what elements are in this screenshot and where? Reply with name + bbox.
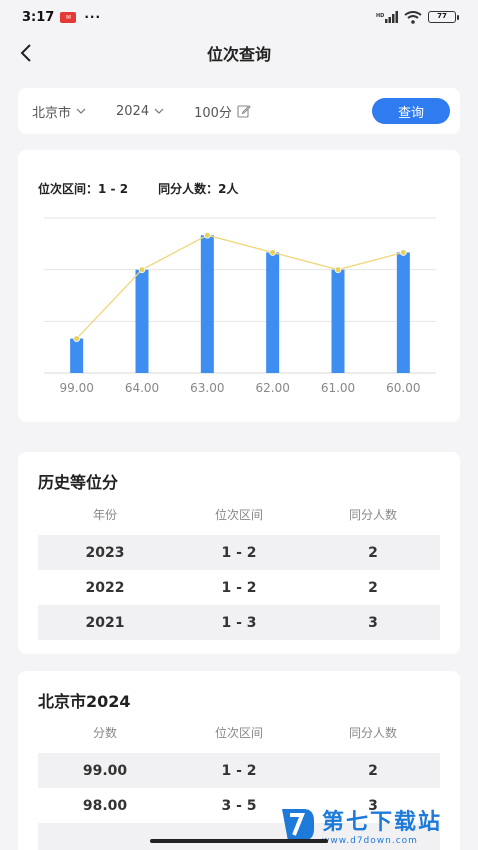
edit-icon <box>237 105 251 118</box>
score-header-score: 分数 <box>92 726 117 740</box>
chart-point <box>269 249 277 256</box>
x-tick-label: 64.00 <box>125 381 159 395</box>
cell-count: 2 <box>368 579 378 596</box>
history-header-year: 年份 <box>92 508 117 522</box>
table-row: 99.00 1 - 2 2 <box>38 753 440 788</box>
notification-badge-icon: ✉ <box>60 11 77 23</box>
cell-count: 2 <box>368 544 378 561</box>
chart-bar <box>266 252 280 373</box>
cell-rank: 1 - 2 <box>221 544 257 561</box>
chevron-left-icon <box>20 44 31 62</box>
chart-point <box>73 335 81 342</box>
chart-point <box>203 231 211 239</box>
chart-point <box>138 266 146 274</box>
back-button[interactable] <box>14 40 38 66</box>
cell-count: 3 <box>368 614 378 631</box>
status-bar: 3:17 ✉ ··· HD 77 <box>0 0 478 34</box>
score-header-row: 分数 位次区间 同分人数 <box>38 724 440 741</box>
x-tick-label: 61.00 <box>321 381 355 395</box>
chart-bar <box>135 269 149 373</box>
cell-rank: 1 - 2 <box>221 762 257 779</box>
status-time: 3:17 <box>22 9 55 25</box>
score-table-title: 北京市2024 <box>38 692 131 711</box>
x-tick-label: 60.00 <box>386 381 420 395</box>
chevron-down-icon <box>76 108 86 114</box>
cell-rank: 1 - 3 <box>221 614 257 631</box>
province-value: 北京市 <box>32 105 72 121</box>
chart-trend-line <box>76 234 404 340</box>
table-row: 2022 1 - 2 2 <box>38 570 440 605</box>
score-header-rank: 位次区间 <box>214 726 263 740</box>
page-title: 位次查询 <box>206 45 271 64</box>
cell-score: 99.00 <box>82 762 128 779</box>
watermark-url: www.d7down.com <box>322 836 418 846</box>
chart-bar <box>396 252 410 373</box>
chart-point <box>334 266 342 274</box>
province-select[interactable]: 北京市 <box>32 102 86 121</box>
network-label: HD <box>376 13 384 19</box>
cell-count: 2 <box>368 762 378 779</box>
more-notifications-icon: ··· <box>84 10 102 24</box>
wifi-icon <box>404 10 422 24</box>
history-title: 历史等位分 <box>38 473 119 492</box>
watermark-text: 第七下载站 <box>322 810 443 835</box>
nav-bar: 位次查询 <box>0 34 478 72</box>
cell-year: 2021 <box>85 614 125 631</box>
home-indicator[interactable] <box>150 839 328 843</box>
chart-point <box>399 249 407 256</box>
chevron-down-icon <box>154 108 164 114</box>
rank-bar-chart: 99.00 64.00 63.00 62.00 61.00 60.00 <box>44 217 436 395</box>
history-header-count: 同分人数 <box>348 508 397 522</box>
year-select[interactable]: 2024 <box>116 104 164 119</box>
rank-chart-card: 位次区间：1 - 2 同分人数：2人 99.00 64.00 63.00 62.00 6… <box>18 150 460 422</box>
table-row: 2023 1 - 2 2 <box>38 535 440 570</box>
table-row: 2021 1 - 3 3 <box>38 605 440 640</box>
filter-bar: 北京市 2024 100分 查询 <box>18 88 460 134</box>
query-button[interactable]: 查询 <box>372 98 450 124</box>
x-tick-label: 99.00 <box>59 381 93 395</box>
cell-score: 98.00 <box>82 797 128 814</box>
score-value: 100分 <box>194 105 232 121</box>
x-tick-label: 62.00 <box>255 381 289 395</box>
signal-icon: HD <box>376 11 398 23</box>
cell-year: 2022 <box>85 579 125 596</box>
cell-rank: 1 - 2 <box>221 579 257 596</box>
chart-bar <box>70 338 84 373</box>
history-header-rank: 位次区间 <box>214 508 263 522</box>
battery-icon: 77 <box>428 11 459 23</box>
chart-bar <box>200 235 214 373</box>
score-input[interactable]: 100分 <box>194 102 251 121</box>
history-header-row: 年份 位次区间 同分人数 <box>38 506 440 523</box>
score-header-count: 同分人数 <box>348 726 397 740</box>
history-card: 历史等位分 年份 位次区间 同分人数 2023 1 - 2 2 2022 1 -… <box>18 452 460 654</box>
year-value: 2024 <box>116 103 150 119</box>
cell-year: 2023 <box>85 544 125 561</box>
x-tick-label: 63.00 <box>190 381 224 395</box>
chart-bar <box>331 269 345 373</box>
